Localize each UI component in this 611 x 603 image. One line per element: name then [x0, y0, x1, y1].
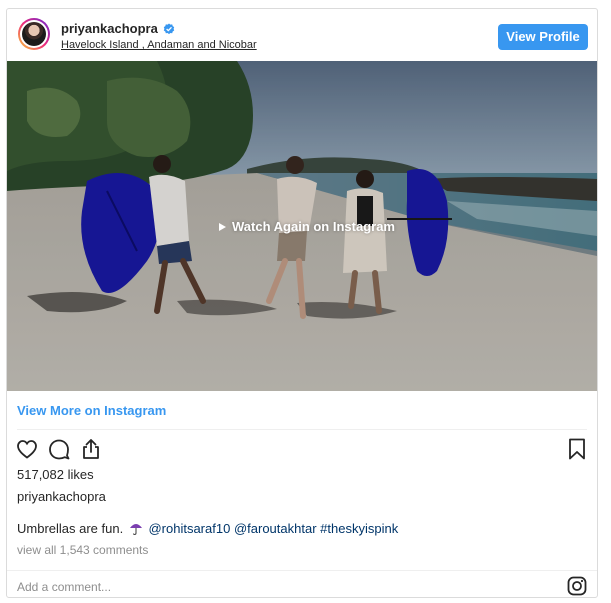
watch-again-label: Watch Again on Instagram [232, 219, 395, 234]
caption: Umbrellas are fun. @rohitsaraf10 @farout… [17, 521, 398, 536]
post-header: priyankachopra Havelock Island , Andaman… [7, 9, 597, 61]
bookmark-icon[interactable] [565, 437, 589, 461]
play-icon [219, 222, 226, 231]
comment-icon[interactable] [47, 437, 71, 461]
avatar-frame [20, 20, 48, 48]
hashtag-link[interactable]: #theskyispink [320, 521, 398, 536]
mention-link[interactable]: @faroutakhtar [234, 521, 317, 536]
verified-badge-icon [163, 23, 175, 34]
likes-count: 517,082 likes [17, 467, 94, 482]
view-all-comments-link[interactable]: view all 1,543 comments [17, 543, 148, 557]
share-icon[interactable] [79, 437, 103, 461]
view-more-link[interactable]: View More on Instagram [17, 403, 166, 418]
post-owner-link[interactable]: priyankachopra [17, 489, 106, 504]
add-comment-input[interactable] [17, 578, 537, 596]
divider [17, 429, 587, 430]
instagram-embed: priyankachopra Havelock Island , Andaman… [6, 8, 598, 598]
caption-text: Umbrellas are fun. [17, 521, 124, 536]
action-bar [15, 437, 589, 463]
avatar-image [22, 22, 46, 46]
username-row: priyankachopra [61, 21, 175, 36]
heart-icon[interactable] [15, 437, 39, 461]
umbrella-emoji-icon [129, 524, 142, 535]
avatar[interactable] [18, 18, 50, 50]
view-profile-button[interactable]: View Profile [498, 24, 588, 50]
watch-again-overlay[interactable]: Watch Again on Instagram [219, 219, 395, 234]
location-link[interactable]: Havelock Island , Andaman and Nicobar [61, 39, 257, 51]
post-media[interactable]: Watch Again on Instagram [7, 61, 597, 391]
mention-link[interactable]: @rohitsaraf10 [148, 521, 230, 536]
divider [7, 570, 597, 571]
username-link[interactable]: priyankachopra [61, 21, 158, 36]
instagram-logo-icon[interactable] [567, 576, 587, 596]
